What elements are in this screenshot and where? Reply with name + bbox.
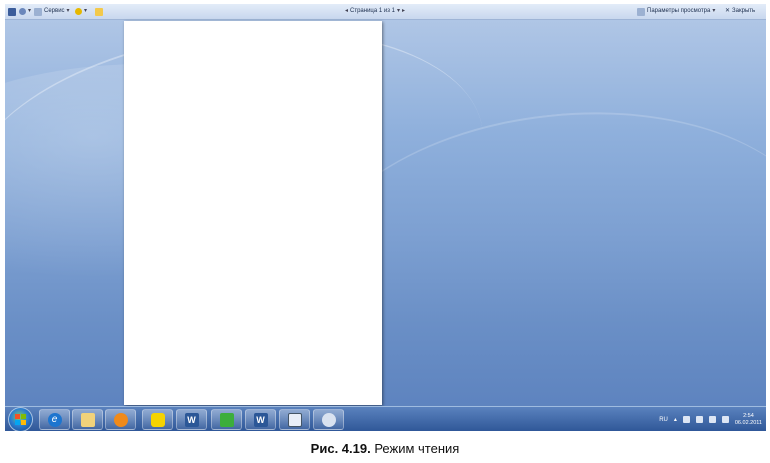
find-icon	[19, 8, 26, 15]
save-icon	[8, 7, 16, 16]
clock[interactable]: 2:54 06.02.2011	[735, 413, 762, 427]
service-menu-button[interactable]: Сервис ▾	[34, 6, 70, 17]
tools-icon	[34, 7, 42, 16]
media-player-icon	[113, 412, 128, 427]
chevron-down-icon: ▾	[66, 8, 70, 14]
taskbar-button-network[interactable]	[211, 409, 242, 430]
screen: ▾ Сервис ▾ ▾ ◂ Страница 1 из 1 ▾ ▸ Парам…	[5, 4, 766, 431]
show-hidden-icons-icon[interactable]: ▴	[674, 416, 677, 423]
taskbar-button-explorer[interactable]	[72, 409, 103, 430]
figure-number: Рис. 4.19.	[310, 441, 371, 456]
word-icon: W	[184, 412, 199, 427]
taskbar-button-media[interactable]	[105, 409, 136, 430]
chevron-down-icon: ▾	[84, 8, 88, 14]
paint-icon	[321, 412, 336, 427]
view-options-button[interactable]: Параметры просмотра ▾	[637, 6, 715, 17]
reading-mode-toolbar: ▾ Сервис ▾ ▾ ◂ Страница 1 из 1 ▾ ▸ Парам…	[5, 4, 766, 20]
folder-button[interactable]	[95, 6, 103, 17]
folder-tray-icon[interactable]	[682, 416, 690, 423]
explorer-icon	[80, 412, 95, 427]
clock-date: 06.02.2011	[734, 419, 762, 426]
volume-icon[interactable]	[721, 416, 729, 423]
taskbar-button-ie[interactable]: e	[39, 409, 70, 430]
page-indicator[interactable]: Страница 1 из 1	[350, 6, 395, 17]
clock-time: 2:54	[743, 412, 754, 419]
save-button[interactable]	[8, 6, 16, 17]
start-button[interactable]	[8, 407, 33, 431]
view-options-icon	[637, 7, 645, 16]
taskbar: e W W RU ▴ 2:54 06.02.2011	[5, 406, 766, 431]
help-button[interactable]: ▾	[75, 6, 87, 17]
taskbar-button-notepad[interactable]	[279, 409, 310, 430]
network-tray-icon[interactable]	[708, 416, 716, 423]
internet-explorer-icon: e	[47, 412, 62, 427]
help-icon	[75, 8, 82, 15]
word-icon: W	[253, 412, 268, 427]
close-button[interactable]: ✕ Закрыть	[725, 6, 755, 17]
notepad-icon	[287, 412, 302, 427]
language-indicator[interactable]: RU	[659, 417, 668, 423]
page-navigator: ◂ Страница 1 из 1 ▾ ▸	[345, 6, 405, 17]
chevron-down-icon: ▾	[28, 8, 32, 14]
next-page-button[interactable]: ▸	[402, 6, 405, 17]
batman-icon	[150, 412, 165, 427]
figure-caption: Рис. 4.19. Режим чтения	[0, 441, 770, 456]
network-icon	[219, 412, 234, 427]
close-icon: ✕	[725, 8, 731, 14]
chevron-down-icon: ▾	[712, 8, 716, 14]
chevron-down-icon[interactable]: ▾	[397, 6, 400, 17]
folder-icon	[95, 7, 103, 16]
taskbar-button-word[interactable]: W	[176, 409, 207, 430]
figure-title: Режим чтения	[374, 441, 460, 456]
view-options-label: Параметры просмотра	[647, 8, 711, 14]
close-label: Закрыть	[732, 8, 756, 14]
system-tray: RU ▴ 2:54 06.02.2011	[659, 407, 762, 431]
windows-logo-icon	[15, 414, 26, 425]
action-center-icon[interactable]	[695, 416, 703, 423]
taskbar-button-paint[interactable]	[313, 409, 344, 430]
taskbar-button-batman[interactable]	[142, 409, 173, 430]
previous-page-button[interactable]: ◂	[345, 6, 348, 17]
taskbar-button-word-2[interactable]: W	[245, 409, 276, 430]
find-button[interactable]: ▾	[19, 6, 31, 17]
document-page[interactable]	[124, 21, 382, 405]
service-menu-label: Сервис	[44, 8, 65, 14]
